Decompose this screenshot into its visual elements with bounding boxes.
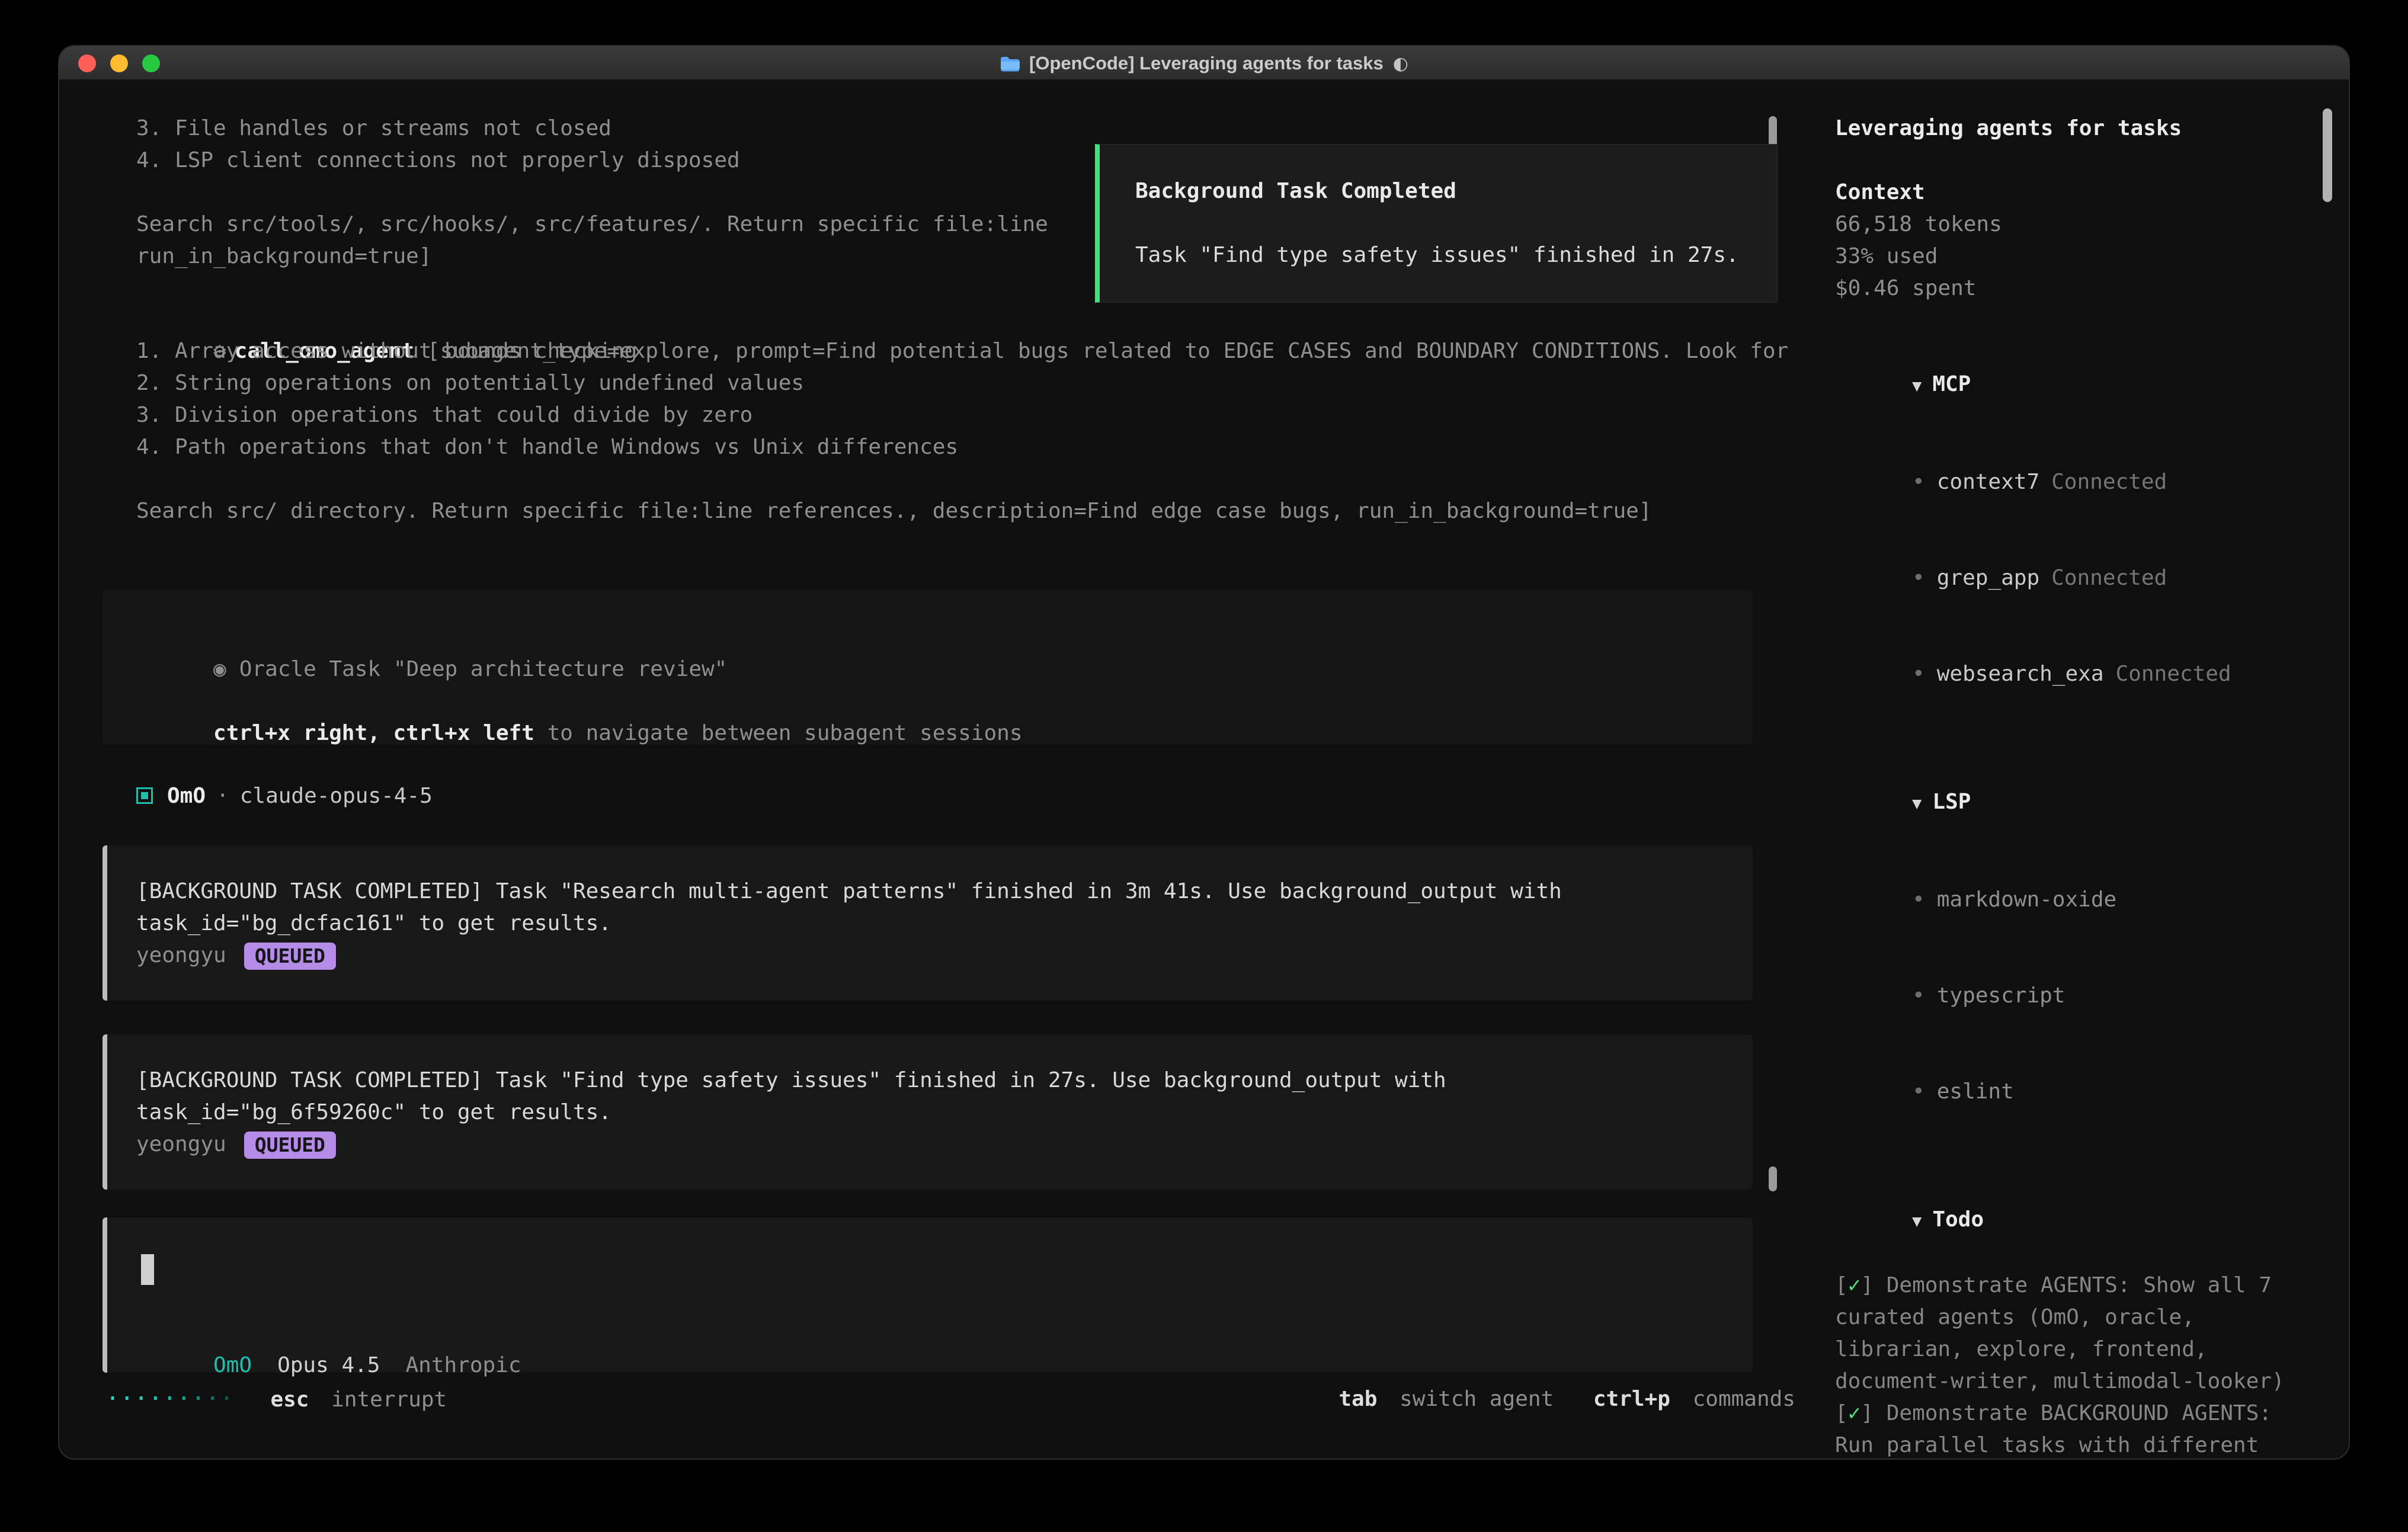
lsp-item: •typescript: [1835, 948, 2321, 1044]
context-tokens: 66,518 tokens: [1835, 209, 2321, 241]
oracle-task-card[interactable]: ◉Oracle Task "Deep architecture review" …: [103, 589, 1753, 745]
output-line: Search src/tools/, src/hooks/, src/featu…: [136, 209, 1048, 241]
context-used: 33% used: [1835, 241, 2321, 273]
status-bar: ········· esc interrupt tab switch agent…: [105, 1383, 1795, 1415]
collapse-caret-icon: ▼: [1912, 1212, 1922, 1230]
tool-arg-line: [136, 463, 1788, 495]
omo-agent-icon: [136, 787, 153, 804]
oracle-hint-text: to navigate between subagent sessions: [534, 721, 1023, 745]
terminal-window: [OpenCode] Leveraging agents for tasks ◐…: [59, 46, 2349, 1459]
ctrlp-key-label: commands: [1693, 1387, 1795, 1411]
tool-call-block: ⚙call_omo_agent [subagent_type=explore, …: [136, 303, 1788, 527]
todo-item: [✓]Demonstrate BACKGROUND AGENTS: Run pa…: [1835, 1398, 2310, 1459]
mcp-item: •context7Connected: [1835, 434, 2321, 530]
minimize-button[interactable]: [110, 55, 128, 72]
bullet-icon: •: [1912, 470, 1925, 494]
traffic-lights: [78, 46, 160, 81]
agent-session-header: OmO · claude-opus-4-5: [136, 780, 433, 812]
collapse-caret-icon: ▼: [1912, 377, 1922, 395]
lsp-item: •eslint: [1835, 1044, 2321, 1140]
spinner-dots: ·········: [105, 1385, 234, 1412]
toast-body: Task "Find type safety issues" finished …: [1135, 239, 1777, 271]
separator-dot: ·: [216, 784, 229, 808]
output-line: 3. File handles or streams not closed: [136, 113, 1048, 145]
esc-key-hint: esc: [270, 1387, 309, 1412]
zoom-button[interactable]: [142, 55, 160, 72]
tool-arg-line: 3. Division operations that could divide…: [136, 399, 1788, 431]
chat-scrollbar-mark[interactable]: [1769, 1166, 1777, 1191]
agent-model: claude-opus-4-5: [240, 784, 433, 808]
esc-key-label: interrupt: [331, 1387, 447, 1412]
message-text: [BACKGROUND TASK COMPLETED] Task "Resear…: [136, 876, 1689, 940]
queued-message-card[interactable]: [BACKGROUND TASK COMPLETED] Task "Resear…: [103, 845, 1753, 1001]
checkmark-icon: ✓: [1848, 1270, 1861, 1302]
prompt-input[interactable]: OmOOpus 4.5Anthropic: [103, 1217, 1753, 1373]
tool-arg-line: Search src/ directory. Return specific f…: [136, 495, 1788, 527]
window-title-text: [OpenCode] Leveraging agents for tasks: [1029, 53, 1384, 74]
output-line: run_in_background=true]: [136, 241, 1048, 273]
close-button[interactable]: [78, 55, 96, 72]
todo-section-header[interactable]: ▼Todo: [1835, 1172, 2321, 1270]
text-cursor: [141, 1254, 154, 1285]
agent-name: OmO: [167, 784, 206, 808]
context-spent: $0.46 spent: [1835, 273, 2321, 305]
lsp-section-header[interactable]: ▼LSP: [1835, 754, 2321, 852]
oracle-task-title: Oracle Task "Deep architecture review": [239, 657, 728, 681]
background-task-toast[interactable]: Background Task Completed Task "Find typ…: [1095, 144, 1778, 303]
bullet-icon: •: [1912, 1079, 1925, 1104]
titlebar[interactable]: [OpenCode] Leveraging agents for tasks ◐: [59, 46, 2349, 81]
session-title: Leveraging agents for tasks: [1835, 113, 2321, 145]
sidebar: Leveraging agents for tasks Context 66,5…: [1835, 113, 2321, 1459]
scrollback-output: 3. File handles or streams not closed 4.…: [136, 113, 1048, 273]
progress-moon-icon: ◐: [1393, 53, 1408, 74]
output-line: [136, 177, 1048, 209]
bullet-icon: •: [1912, 662, 1925, 686]
mcp-item: •websearch_exaConnected: [1835, 626, 2321, 722]
tool-arg-line: 4. Path operations that don't handle Win…: [136, 431, 1788, 463]
queued-badge: QUEUED: [244, 943, 336, 970]
folder-icon: [1000, 56, 1020, 72]
tab-key-hint: tab: [1339, 1387, 1377, 1411]
input-model-name[interactable]: Opus 4.5: [277, 1353, 380, 1377]
sidebar-scrollbar-thumb[interactable]: [2323, 108, 2332, 202]
todo-item: [✓]Demonstrate AGENTS: Show all 7 curate…: [1835, 1270, 2310, 1398]
message-text: [BACKGROUND TASK COMPLETED] Task "Find t…: [136, 1065, 1689, 1129]
lsp-item: •markdown-oxide: [1835, 852, 2321, 948]
checkmark-icon: ✓: [1848, 1398, 1861, 1430]
message-footer: yeongyu QUEUED: [136, 940, 1753, 972]
bullet-icon: •: [1912, 983, 1925, 1008]
message-author: yeongyu: [136, 943, 226, 967]
output-line: 4. LSP client connections not properly d…: [136, 145, 1048, 177]
toast-title: Background Task Completed: [1135, 175, 1777, 207]
context-heading: Context: [1835, 177, 2321, 209]
queued-message-card[interactable]: [BACKGROUND TASK COMPLETED] Task "Find t…: [103, 1034, 1753, 1190]
collapse-caret-icon: ▼: [1912, 794, 1922, 813]
message-footer: yeongyu QUEUED: [136, 1129, 1753, 1161]
tab-key-label: switch agent: [1400, 1387, 1554, 1411]
input-agent-name[interactable]: OmO: [213, 1353, 252, 1377]
queued-badge: QUEUED: [244, 1132, 336, 1159]
tool-arg-line: 2. String operations on potentially unde…: [136, 367, 1788, 399]
window-title: [OpenCode] Leveraging agents for tasks ◐: [59, 46, 2349, 81]
status-left: ········· esc interrupt: [105, 1385, 447, 1412]
bullet-icon: •: [1912, 566, 1925, 590]
ctrlp-key-hint: ctrl+p: [1593, 1387, 1670, 1411]
bullet-icon: •: [1912, 887, 1925, 912]
oracle-hint-keys: ctrl+x right, ctrl+x left: [213, 721, 534, 745]
mcp-section-header[interactable]: ▼MCP: [1835, 336, 2321, 434]
input-provider-name: Anthropic: [405, 1353, 521, 1377]
status-right: tab switch agent ctrl+p commands: [1339, 1387, 1795, 1411]
message-author: yeongyu: [136, 1132, 226, 1156]
record-icon: ◉: [213, 657, 226, 681]
mcp-item: •grep_appConnected: [1835, 530, 2321, 626]
